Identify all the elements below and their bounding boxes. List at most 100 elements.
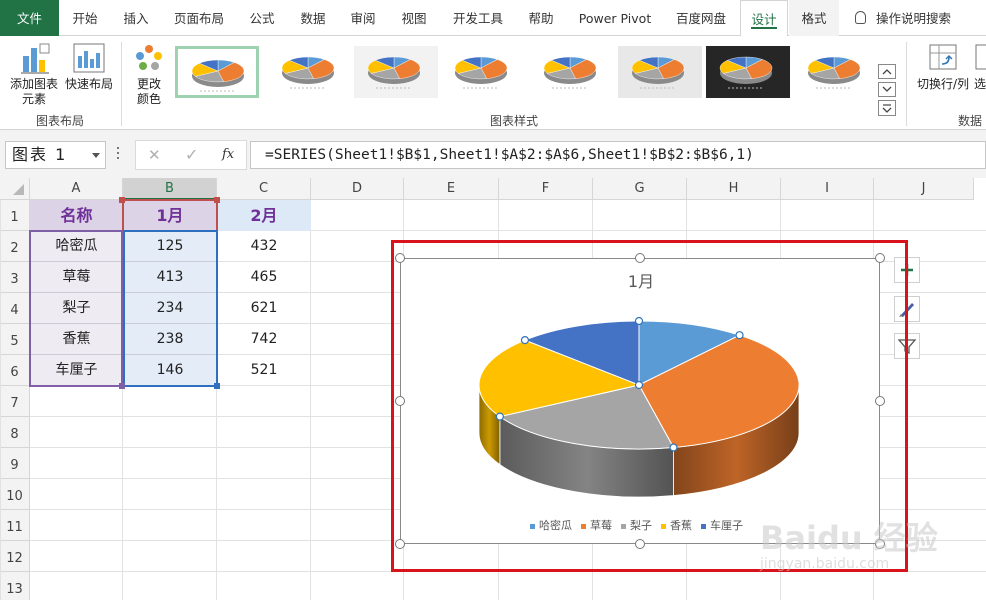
more-icon	[882, 104, 892, 113]
column-header[interactable]: A	[30, 178, 123, 200]
row-header[interactable]: 2	[0, 231, 30, 262]
gallery-scroll-up-button[interactable]	[878, 64, 896, 79]
column-header[interactable]: H	[687, 178, 781, 200]
tab-formulas[interactable]: 公式	[236, 0, 288, 36]
ribbon-tab-bar: 文件 开始 插入 页面布局 公式 数据 审阅 视图 开发工具 帮助 Power …	[0, 0, 986, 37]
table-cell[interactable]: 梨子	[30, 293, 123, 324]
chart-style-thumbnail[interactable]	[530, 46, 614, 98]
tab-insert[interactable]: 插入	[110, 0, 162, 36]
change-colors-label-2: 颜色	[136, 92, 161, 106]
table-cell[interactable]: 哈密瓜	[30, 231, 123, 262]
select-data-icon	[975, 44, 986, 70]
table-cell[interactable]: 车厘子	[30, 355, 123, 386]
lightbulb-icon	[855, 11, 866, 24]
add-chart-element-button[interactable]: 添加图表 元素	[6, 40, 62, 108]
column-header[interactable]: G	[593, 178, 687, 200]
column-header[interactable]: D	[311, 178, 404, 200]
chart-style-thumbnail[interactable]	[618, 46, 702, 98]
tab-review[interactable]: 审阅	[338, 0, 388, 36]
table-cell[interactable]: 521	[217, 355, 311, 386]
row-header[interactable]: 3	[0, 262, 30, 293]
tab-design-label: 设计	[751, 12, 777, 29]
table-cell[interactable]: 草莓	[30, 262, 123, 293]
column-header[interactable]: E	[404, 178, 499, 200]
tab-home[interactable]: 开始	[60, 0, 110, 36]
tab-design[interactable]: 设计	[740, 0, 788, 37]
table-header-cell[interactable]: 2月	[217, 200, 311, 231]
group-label-chart-layout: 图表布局	[36, 114, 85, 128]
table-cell[interactable]: 465	[217, 262, 311, 293]
tab-baidu-netdisk[interactable]: 百度网盘	[664, 0, 738, 36]
cancel-icon[interactable]: ✕	[148, 146, 161, 164]
switch-row-column-button[interactable]: 切换行/列	[912, 40, 974, 108]
row-header[interactable]: 9	[0, 448, 30, 479]
chart-style-thumbnail[interactable]	[354, 46, 438, 98]
formula-bar: 图表 1 ✕ ✓ fx =SERIES(Sheet1!$B$1,Sheet1!$…	[0, 130, 986, 178]
quick-layout-button[interactable]: 快速布局	[62, 40, 116, 108]
table-cell[interactable]: 香蕉	[30, 324, 123, 355]
chart-style-thumbnail[interactable]	[175, 46, 259, 98]
quick-layout-label: 快速布局	[64, 77, 113, 91]
gallery-expand-button[interactable]	[878, 100, 896, 116]
select-all-triangle-icon	[13, 184, 24, 195]
quick-layout-icon	[73, 43, 105, 73]
group-label-data: 数据	[958, 114, 983, 128]
palette-icon	[136, 45, 162, 70]
tab-file[interactable]: 文件	[0, 0, 59, 36]
column-header[interactable]: F	[499, 178, 593, 200]
table-cell[interactable]: 621	[217, 293, 311, 324]
insert-function-icon[interactable]: fx	[222, 147, 234, 162]
table-header-cell[interactable]: 名称	[30, 200, 123, 231]
table-header-cell[interactable]: 1月	[123, 200, 217, 231]
row-header[interactable]: 4	[0, 293, 30, 324]
tab-developer[interactable]: 开发工具	[440, 0, 516, 36]
add-chart-element-icon	[21, 43, 50, 74]
row-header[interactable]: 5	[0, 324, 30, 355]
tab-data[interactable]: 数据	[288, 0, 338, 36]
tab-page-layout[interactable]: 页面布局	[162, 0, 236, 36]
row-header[interactable]: 12	[0, 541, 30, 572]
column-header[interactable]: I	[781, 178, 874, 200]
table-cell[interactable]: 432	[217, 231, 311, 262]
row-header[interactable]: 8	[0, 417, 30, 448]
grip-icon[interactable]	[117, 147, 120, 162]
tab-view[interactable]: 视图	[388, 0, 440, 36]
row-header[interactable]: 6	[0, 355, 30, 386]
table-cell[interactable]: 146	[123, 355, 217, 386]
gallery-scroll-down-button[interactable]	[878, 82, 896, 97]
change-colors-button[interactable]: 更改 颜色	[126, 40, 172, 108]
column-header[interactable]: B	[123, 178, 217, 200]
table-cell[interactable]: 125	[123, 231, 217, 262]
pie-thumbnail-icon	[367, 56, 421, 89]
formula-input[interactable]: =SERIES(Sheet1!$B$1,Sheet1!$A$2:$A$6,She…	[250, 141, 986, 169]
ribbon: 添加图表 元素 快速布局 图表布局 更改 颜色 图表样式 切换行/列 选 数据	[0, 36, 986, 130]
row-header[interactable]: 10	[0, 479, 30, 510]
name-box[interactable]: 图表 1	[5, 141, 106, 169]
table-cell[interactable]: 742	[217, 324, 311, 355]
chevron-down-icon[interactable]	[92, 153, 100, 158]
column-header[interactable]: C	[217, 178, 311, 200]
chart-style-thumbnail[interactable]	[441, 46, 525, 98]
table-cell[interactable]: 234	[123, 293, 217, 324]
row-header[interactable]: 1	[0, 200, 30, 231]
add-chart-element-label-2: 元素	[21, 92, 46, 106]
tab-help[interactable]: 帮助	[516, 0, 566, 36]
chart-style-thumbnail[interactable]	[268, 46, 352, 98]
tell-me-search[interactable]: 操作说明搜索	[876, 0, 962, 36]
row-header[interactable]: 13	[0, 572, 30, 600]
table-cell[interactable]: 413	[123, 262, 217, 293]
tab-format[interactable]: 格式	[789, 0, 839, 36]
pie-thumbnail-icon	[807, 56, 861, 89]
enter-icon[interactable]: ✓	[185, 145, 198, 164]
row-header[interactable]: 11	[0, 510, 30, 541]
select-data-button[interactable]: 选	[974, 40, 986, 108]
row-header[interactable]: 7	[0, 386, 30, 417]
chart-style-thumbnail[interactable]	[794, 46, 878, 98]
table-cell[interactable]: 238	[123, 324, 217, 355]
chevron-up-icon	[882, 69, 892, 75]
select-all-corner[interactable]	[0, 178, 30, 200]
watermark-url: jingyan.baidu.com	[760, 556, 890, 572]
tab-power-pivot[interactable]: Power Pivot	[570, 0, 660, 36]
chart-style-thumbnail[interactable]	[706, 46, 790, 98]
column-header[interactable]: J	[874, 178, 974, 200]
